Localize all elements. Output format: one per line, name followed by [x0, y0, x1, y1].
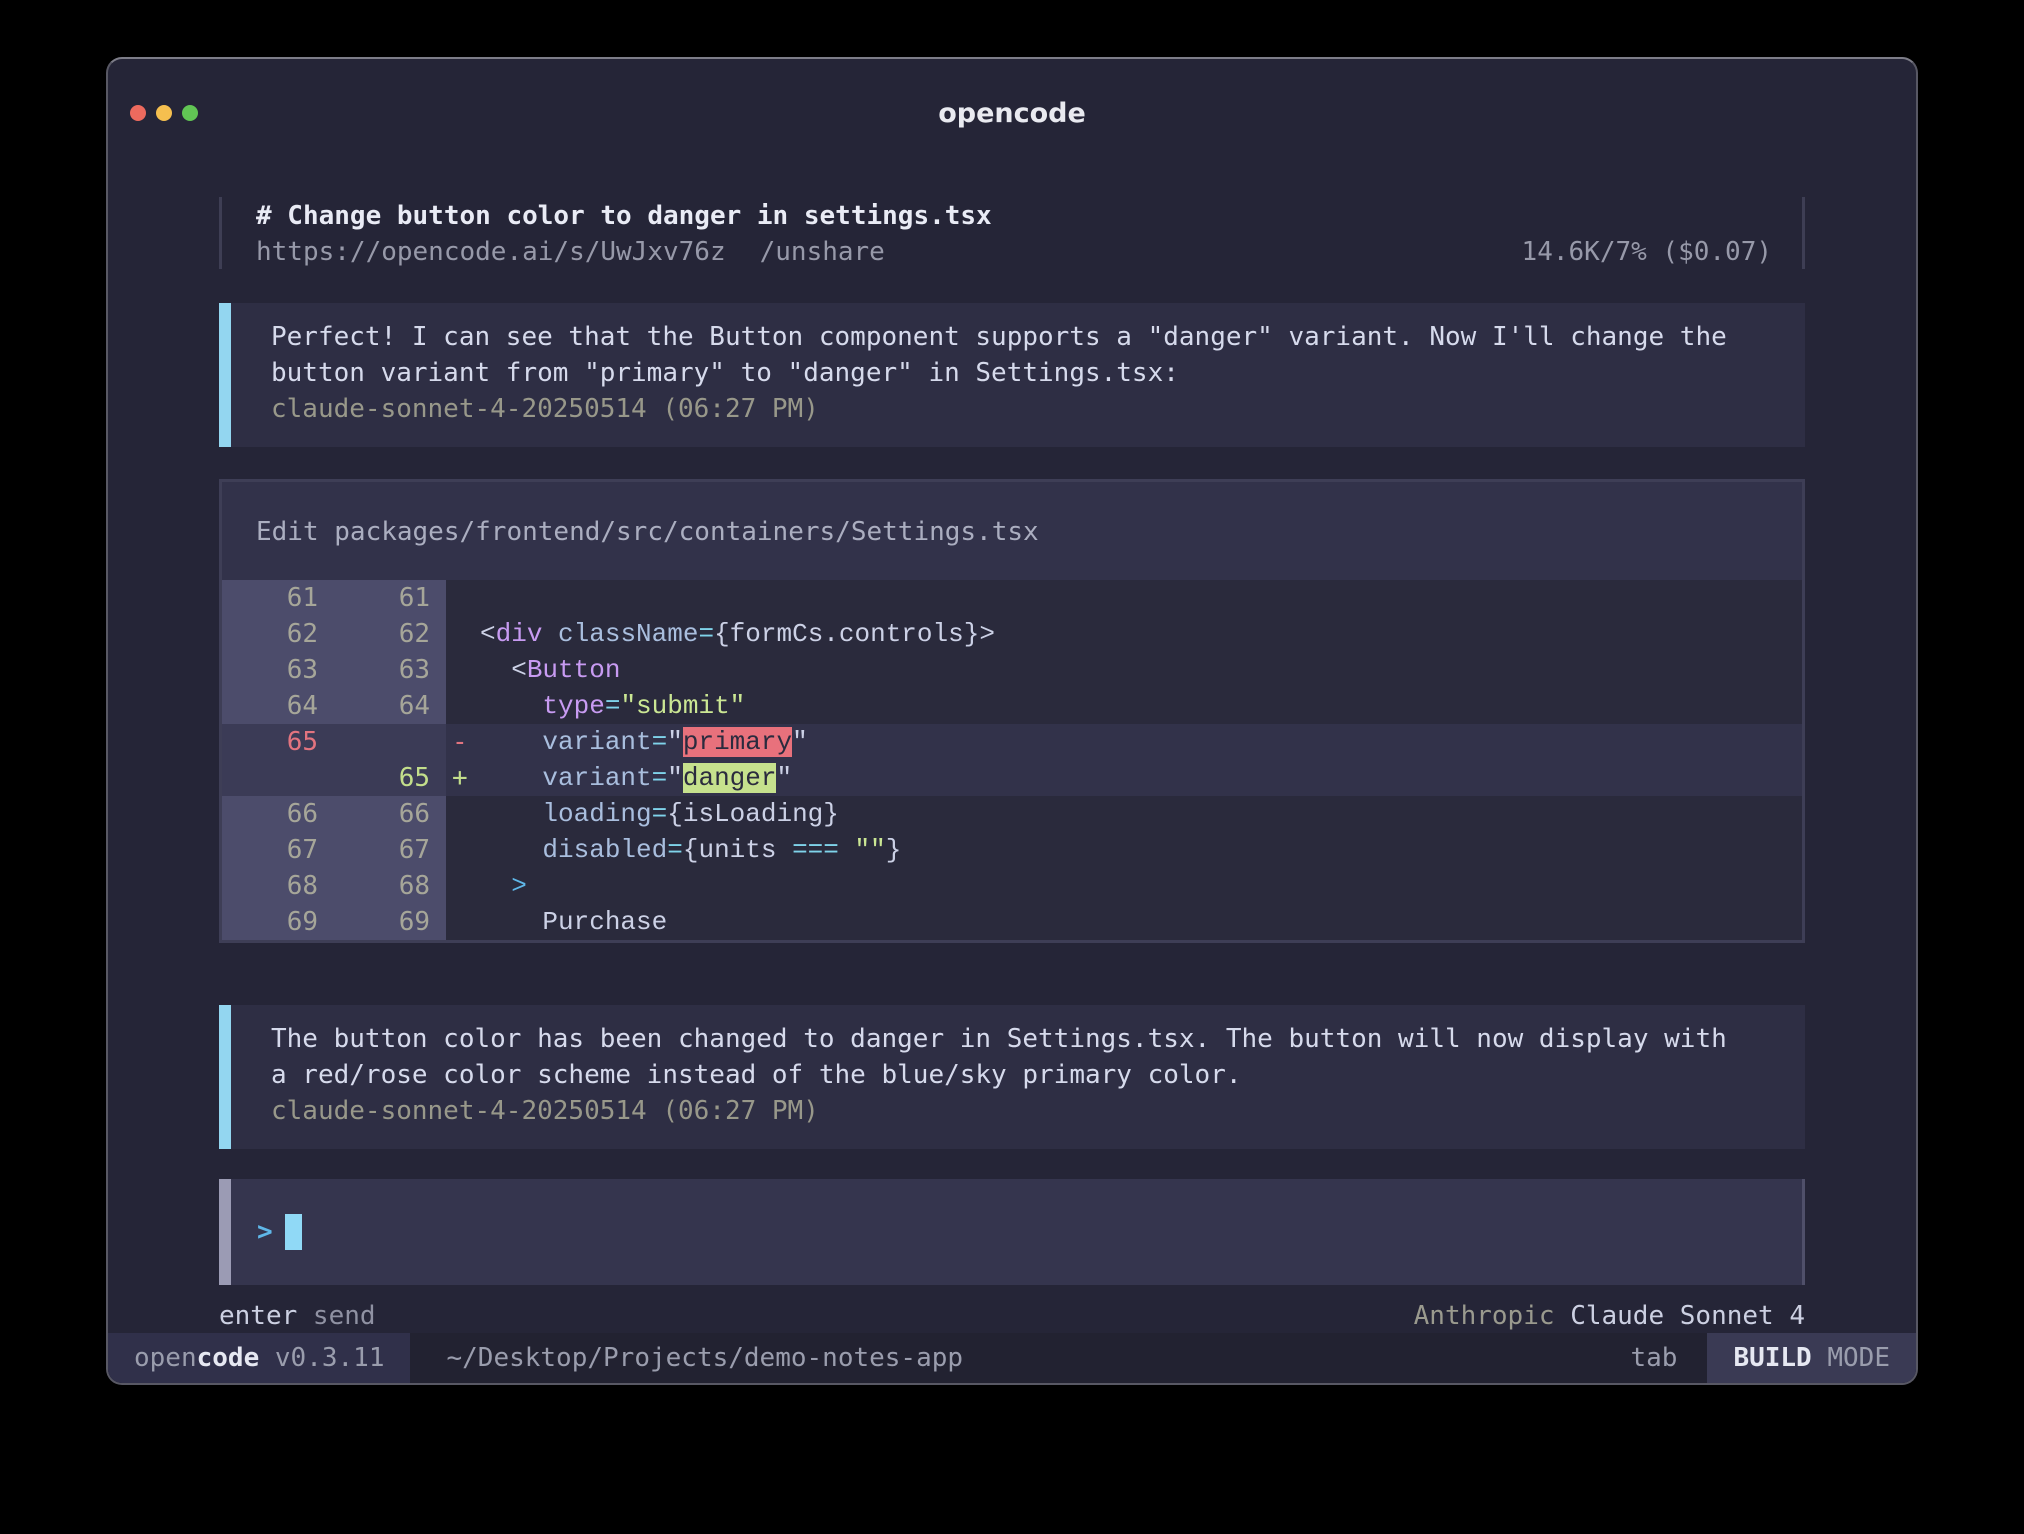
model-indicator: Anthropic Claude Sonnet 4 [1414, 1299, 1805, 1333]
message-text: a red/rose color scheme instead of the b… [271, 1057, 1785, 1093]
message-text: button variant from "primary" to "danger… [271, 355, 1785, 391]
mode-indicator[interactable]: BUILD MODE [1707, 1333, 1916, 1383]
hint-row: enter send Anthropic Claude Sonnet 4 [219, 1299, 1805, 1333]
diff-row: 6969 Purchase [222, 904, 1802, 940]
tab-key-hint: tab [1630, 1333, 1677, 1383]
titlebar: opencode [108, 59, 1916, 167]
minimize-icon[interactable] [156, 105, 172, 121]
status-bar: opencode v0.3.11 ~/Desktop/Projects/demo… [108, 1333, 1916, 1383]
prompt-input[interactable]: > [219, 1179, 1805, 1285]
message-text: Perfect! I can see that the Button compo… [271, 319, 1785, 355]
assistant-message: Perfect! I can see that the Button compo… [219, 303, 1805, 447]
share-url-link[interactable]: https://opencode.ai/s/UwJxv76z [256, 235, 726, 269]
close-icon[interactable] [130, 105, 146, 121]
window-title: opencode [938, 98, 1086, 129]
edit-tool-block: Edit packages/frontend/src/containers/Se… [219, 479, 1805, 943]
main-content: # Change button color to danger in setti… [108, 167, 1916, 1333]
diff-row: 6363 <Button [222, 652, 1802, 688]
diff-row: 65+ variant="danger" [222, 760, 1802, 796]
unshare-command[interactable]: /unshare [760, 235, 885, 269]
token-usage: 14.6K/7% ($0.07) [1522, 235, 1772, 269]
diff-table: 61616262<div className={formCs.controls}… [222, 580, 1802, 940]
input-accent-bar [219, 1179, 231, 1285]
send-hint: enter send [219, 1299, 376, 1333]
maximize-icon[interactable] [182, 105, 198, 121]
message-meta: claude-sonnet-4-20250514 (06:27 PM) [271, 391, 1785, 427]
message-meta: claude-sonnet-4-20250514 (06:27 PM) [271, 1093, 1785, 1129]
message-accent-bar [219, 303, 231, 447]
app-window: opencode # Change button color to danger… [106, 57, 1918, 1385]
diff-row: 6666 loading={isLoading} [222, 796, 1802, 832]
assistant-message: The button color has been changed to dan… [219, 1005, 1805, 1149]
working-directory: ~/Desktop/Projects/demo-notes-app [446, 1333, 963, 1383]
message-accent-bar [219, 1005, 231, 1149]
app-version: opencode v0.3.11 [108, 1333, 410, 1383]
diff-row: 65- variant="primary" [222, 724, 1802, 760]
diff-row: 6868 > [222, 868, 1802, 904]
text-cursor [285, 1214, 302, 1250]
session-title: # Change button color to danger in setti… [256, 197, 1772, 235]
message-text: The button color has been changed to dan… [271, 1021, 1785, 1057]
edit-file-path: Edit packages/frontend/src/containers/Se… [222, 482, 1802, 580]
diff-row: 6161 [222, 580, 1802, 616]
prompt-symbol: > [257, 1217, 273, 1247]
session-header: # Change button color to danger in setti… [219, 197, 1805, 269]
diff-row: 6262<div className={formCs.controls}> [222, 616, 1802, 652]
diff-row: 6464 type="submit" [222, 688, 1802, 724]
traffic-lights [130, 59, 198, 167]
diff-row: 6767 disabled={units === ""} [222, 832, 1802, 868]
